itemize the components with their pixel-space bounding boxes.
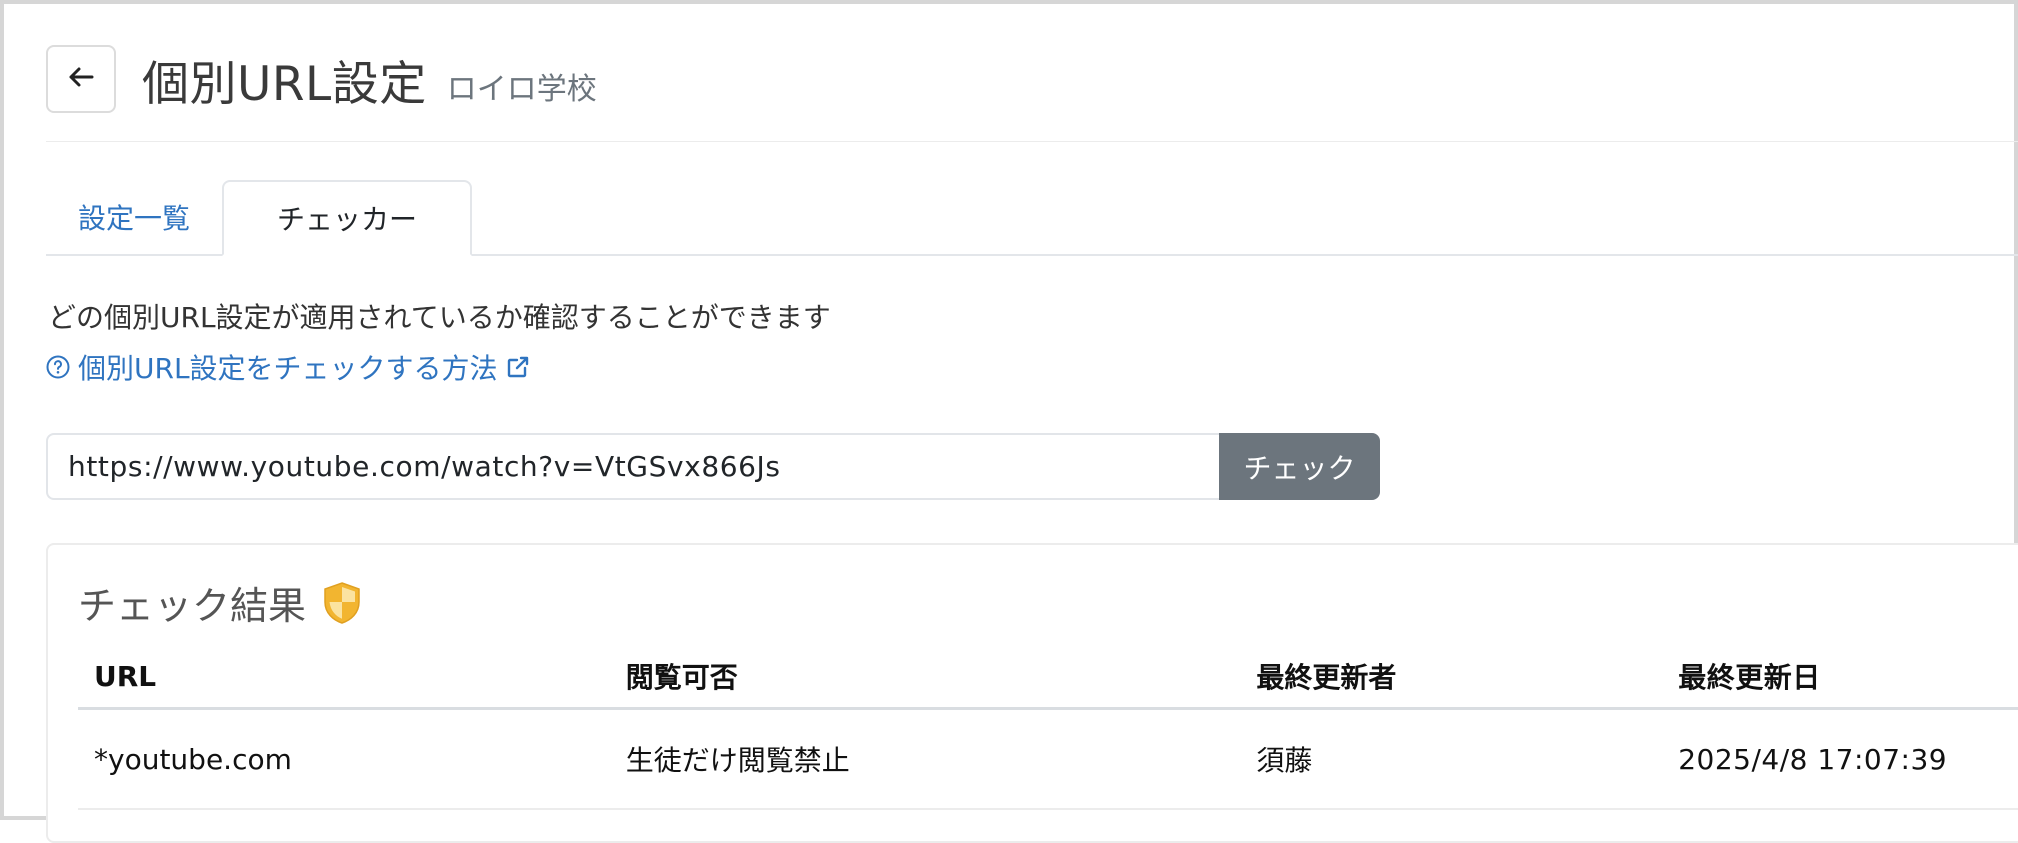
question-circle-icon	[46, 355, 70, 379]
cell-last-updated: 2025/4/8 17:07:39	[1678, 742, 1948, 776]
cell-view-permission: 生徒だけ閲覧禁止	[625, 744, 850, 777]
tab-settings-list[interactable]: 設定一覧	[46, 180, 222, 254]
help-link-label: 個別URL設定をチェックする方法	[78, 352, 498, 385]
tab-checker[interactable]: チェッカー	[222, 180, 472, 256]
shield-icon	[322, 581, 362, 625]
tab-bar: 設定一覧 チェッカー	[46, 180, 2018, 256]
url-check-form: チェック	[46, 433, 1380, 500]
url-input[interactable]	[46, 433, 1219, 500]
check-button[interactable]: チェック	[1219, 433, 1380, 500]
table-row: *youtube.com 生徒だけ閲覧禁止 須藤 2025/4/8 17:07:…	[78, 710, 2018, 810]
cell-url: *youtube.com	[94, 742, 292, 776]
page-header: 個別URL設定 ロイロ学校	[46, 44, 597, 114]
header-last-updated: 最終更新日	[1678, 661, 1821, 694]
header-divider	[46, 141, 2018, 142]
page-title: 個別URL設定	[142, 56, 427, 112]
result-card: チェック結果 URL 閲覧可否 最終更新者 最終更新日 *youtube.com…	[46, 543, 2018, 843]
help-link[interactable]: 個別URL設定をチェックする方法	[46, 347, 530, 387]
header-url: URL	[94, 659, 157, 693]
header-last-updater: 最終更新者	[1256, 661, 1397, 694]
header-view-permission: 閲覧可否	[625, 661, 738, 694]
checker-description: どの個別URL設定が適用されているか確認することができます	[48, 301, 831, 334]
school-name: ロイロ学校	[446, 72, 597, 107]
result-heading: チェック結果	[78, 575, 362, 630]
table-header-row: URL 閲覧可否 最終更新者 最終更新日	[78, 645, 2018, 710]
arrow-left-icon	[68, 66, 94, 92]
back-button[interactable]	[46, 45, 116, 113]
result-title: チェック結果	[78, 584, 307, 628]
external-link-icon	[506, 355, 530, 379]
results-table: URL 閲覧可否 最終更新者 最終更新日 *youtube.com 生徒だけ閲覧…	[78, 645, 2018, 810]
cell-last-updater: 須藤	[1256, 744, 1313, 777]
